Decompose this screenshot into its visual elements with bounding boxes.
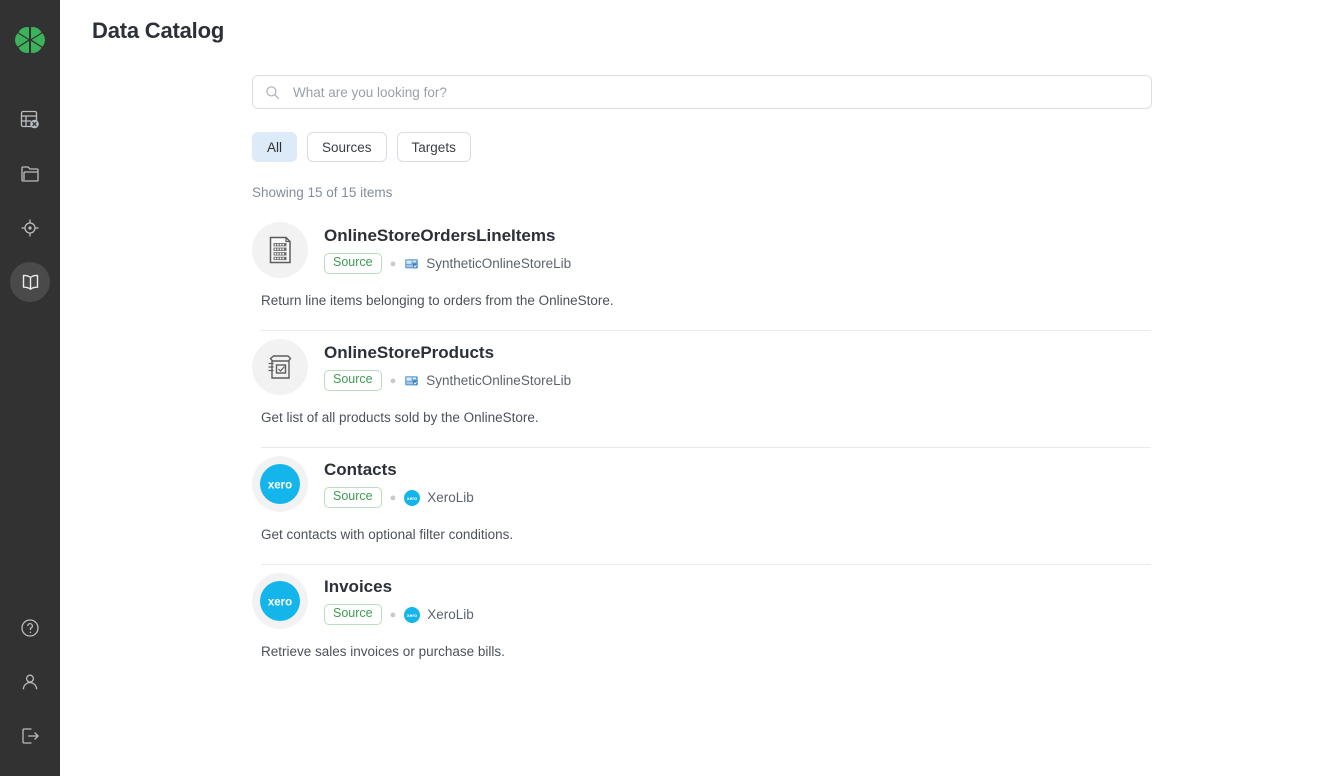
list-item[interactable]: OnlineStoreOrdersLineItems Source ● xyxy=(252,214,1152,331)
table-grid-icon xyxy=(19,109,41,131)
avatar: xero xyxy=(252,456,308,512)
list-item-description: Get contacts with optional filter condit… xyxy=(261,527,1152,542)
filter-tab-sources[interactable]: Sources xyxy=(307,132,387,162)
filter-tab-all[interactable]: All xyxy=(252,132,297,162)
list-item-header: xero Invoices Source ● xyxy=(252,565,1152,629)
list-item-meta: Source ● xero XeroLib xyxy=(324,604,474,625)
results-count: Showing 15 of 15 items xyxy=(252,185,1152,200)
list-item-text: Contacts Source ● xero xyxy=(324,460,474,508)
svg-text:xero: xero xyxy=(268,597,292,609)
meta-separator: ● xyxy=(390,375,397,387)
synthetic-store-icon xyxy=(404,373,419,388)
avatar xyxy=(252,339,308,395)
list-item-text: OnlineStoreProducts Source ● xyxy=(324,343,571,391)
list-item[interactable]: OnlineStoreProducts Source ● xyxy=(252,331,1152,448)
search-input[interactable] xyxy=(253,76,1151,108)
clover-logo-icon xyxy=(12,22,48,58)
svg-text:xero: xero xyxy=(407,612,417,618)
sidebar-item-data-catalog[interactable] xyxy=(10,262,50,302)
library-name: SyntheticOnlineStoreLib xyxy=(426,373,571,388)
sidebar-item-sign-out[interactable] xyxy=(10,716,50,756)
list-item-meta: Source ● xyxy=(324,253,571,274)
list-item-title[interactable]: OnlineStoreOrdersLineItems xyxy=(324,226,571,246)
filter-tabs: All Sources Targets xyxy=(252,132,1152,162)
sidebar-item-help[interactable] xyxy=(10,608,50,648)
list-item-description: Get list of all products sold by the Onl… xyxy=(261,410,1152,425)
svg-text:xero: xero xyxy=(407,495,417,501)
list-item-description: Retrieve sales invoices or purchase bill… xyxy=(261,644,1152,659)
target-crosshair-icon xyxy=(19,217,41,239)
app-root: Data Catalog All Sources Targets xyxy=(0,0,1327,776)
list-item-text: Invoices Source ● xero xyxy=(324,577,474,625)
list-item[interactable]: xero Contacts Source ● xyxy=(252,448,1152,565)
sidebar-item-projects[interactable] xyxy=(10,154,50,194)
filter-tab-targets[interactable]: Targets xyxy=(397,132,471,162)
list-item-header: xero Contacts Source ● xyxy=(252,448,1152,512)
search-icon xyxy=(265,85,280,100)
list-item-title[interactable]: Invoices xyxy=(324,577,474,597)
product-box-icon xyxy=(264,351,296,383)
xero-icon: xero xyxy=(404,490,420,506)
meta-separator: ● xyxy=(390,258,397,270)
document-table-icon xyxy=(264,234,296,266)
sidebar-nav xyxy=(10,100,50,302)
user-icon xyxy=(19,671,41,693)
xero-icon: xero xyxy=(260,464,300,504)
catalog-column: All Sources Targets Showing 15 of 15 ite… xyxy=(252,75,1152,659)
library-name: XeroLib xyxy=(427,607,474,622)
synthetic-store-icon xyxy=(404,256,419,271)
svg-text:xero: xero xyxy=(268,480,292,492)
sidebar-item-targets[interactable] xyxy=(10,208,50,248)
page-title: Data Catalog xyxy=(92,18,224,44)
list-item-meta: Source ● xero XeroLib xyxy=(324,487,474,508)
main-content: Data Catalog All Sources Targets xyxy=(60,0,1327,776)
library-name: XeroLib xyxy=(427,490,474,505)
avatar xyxy=(252,222,308,278)
catalog-list: OnlineStoreOrdersLineItems Source ● xyxy=(252,214,1152,659)
status-badge: Source xyxy=(324,253,382,274)
book-open-icon xyxy=(19,271,42,294)
library-ref: SyntheticOnlineStoreLib xyxy=(404,373,571,388)
list-item[interactable]: xero Invoices Source ● xyxy=(252,565,1152,659)
logout-icon xyxy=(19,725,41,747)
sidebar-item-account[interactable] xyxy=(10,662,50,702)
list-item-header: OnlineStoreProducts Source ● xyxy=(252,331,1152,395)
library-ref: xero XeroLib xyxy=(404,607,474,623)
list-item-meta: Source ● xyxy=(324,370,571,391)
folder-icon xyxy=(19,163,41,185)
status-badge: Source xyxy=(324,487,382,508)
library-name: SyntheticOnlineStoreLib xyxy=(426,256,571,271)
library-ref: SyntheticOnlineStoreLib xyxy=(404,256,571,271)
list-item-title[interactable]: Contacts xyxy=(324,460,474,480)
sidebar-item-data-grid[interactable] xyxy=(10,100,50,140)
list-item-header: OnlineStoreOrdersLineItems Source ● xyxy=(252,214,1152,278)
list-item-description: Return line items belonging to orders fr… xyxy=(261,293,1152,308)
avatar: xero xyxy=(252,573,308,629)
meta-separator: ● xyxy=(390,609,397,621)
app-logo[interactable] xyxy=(10,20,50,60)
search-bar[interactable] xyxy=(252,75,1152,109)
sidebar xyxy=(0,0,60,776)
xero-icon: xero xyxy=(260,581,300,621)
status-badge: Source xyxy=(324,370,382,391)
status-badge: Source xyxy=(324,604,382,625)
sidebar-bottom-nav xyxy=(10,608,50,756)
help-circle-icon xyxy=(19,617,41,639)
list-item-text: OnlineStoreOrdersLineItems Source ● xyxy=(324,226,571,274)
xero-icon: xero xyxy=(404,607,420,623)
list-item-title[interactable]: OnlineStoreProducts xyxy=(324,343,571,363)
meta-separator: ● xyxy=(390,492,397,504)
library-ref: xero XeroLib xyxy=(404,490,474,506)
catalog-container: All Sources Targets Showing 15 of 15 ite… xyxy=(60,75,1327,776)
